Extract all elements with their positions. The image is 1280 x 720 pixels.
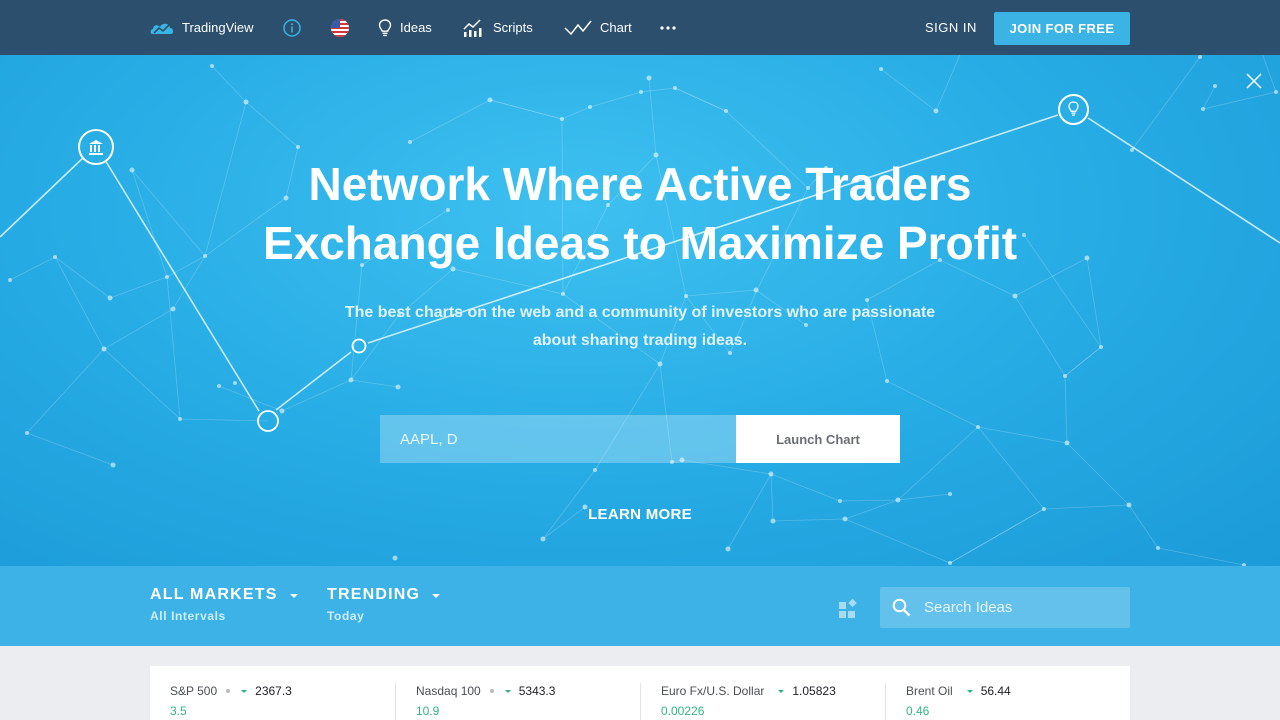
- ticker-item[interactable]: S&P 500 2367.3 3.5: [150, 683, 395, 720]
- nav-ideas[interactable]: Ideas: [378, 0, 432, 55]
- trending-dropdown[interactable]: TRENDING Today: [327, 586, 441, 623]
- cloud-logo-icon: [150, 23, 174, 34]
- hero-title-line1: Network Where Active Traders: [308, 158, 972, 210]
- hero-subtitle: The best charts on the web and a communi…: [330, 299, 950, 355]
- ticker-item-row: S&P 500 2367.3: [170, 683, 395, 699]
- nav-chart[interactable]: Chart: [564, 0, 632, 55]
- join-for-free-button[interactable]: JOIN FOR FREE: [994, 12, 1130, 45]
- ticker-item[interactable]: Nasdaq 100 5343.3 10.9: [395, 683, 640, 720]
- brand-link[interactable]: TradingView: [150, 0, 254, 55]
- brand-name: TradingView: [182, 20, 254, 35]
- ideas-search-box: [880, 587, 1130, 628]
- widget-grid-icon[interactable]: [839, 599, 859, 619]
- ticker-change: 3.5: [170, 704, 187, 718]
- ideas-filter-bar: ALL MARKETS All Intervals TRENDING Today: [0, 566, 1280, 646]
- nav-scripts[interactable]: Scripts: [463, 0, 533, 55]
- market-ticker: S&P 500 2367.3 3.5 Nasdaq 100 5343.3 10.…: [150, 666, 1130, 720]
- info-button[interactable]: [282, 0, 310, 55]
- scripts-chart-icon: [463, 18, 482, 37]
- launch-chart-button[interactable]: Launch Chart: [736, 415, 900, 463]
- ticker-item-row: Brent Oil 56.44: [906, 683, 1130, 699]
- hero-subtitle-line1: The best charts on the web and a communi…: [344, 304, 936, 321]
- caret-down-icon: [432, 594, 441, 598]
- top-navbar: TradingView Ideas Scripts Chart SIGN IN …: [0, 0, 1280, 55]
- ticker-change: 0.46: [906, 704, 930, 718]
- learn-more-link[interactable]: LEARN MORE: [0, 506, 1280, 523]
- markets-dropdown-title: ALL MARKETS: [150, 586, 298, 604]
- hero-title-line2: Exchange Ideas to Maximize Profit: [262, 217, 1018, 269]
- launch-chart-form: Launch Chart: [380, 415, 900, 463]
- search-ideas-input[interactable]: [924, 587, 1124, 628]
- hero-section: Network Where Active Traders Exchange Id…: [0, 55, 1280, 566]
- arrow-down-icon: [504, 689, 511, 693]
- status-dot-icon: [489, 689, 494, 693]
- ticker-item[interactable]: Brent Oil 56.44 0.46: [885, 683, 1130, 720]
- ticker-price: 56.44: [980, 684, 1011, 698]
- lightbulb-node-icon: [1058, 94, 1089, 125]
- symbol-input[interactable]: [380, 415, 736, 463]
- trending-dropdown-title: TRENDING: [327, 586, 441, 604]
- language-selector[interactable]: [330, 0, 358, 55]
- arrow-down-icon: [241, 689, 248, 693]
- ticker-item-row: Nasdaq 100 5343.3: [416, 683, 640, 699]
- markets-interval-label: All Intervals: [150, 609, 226, 623]
- caret-down-icon: [289, 594, 298, 598]
- ticker-price: 2367.3: [255, 684, 292, 698]
- ticker-symbol-name: S&P 500: [170, 684, 218, 698]
- arrow-down-icon: [778, 689, 785, 693]
- ticker-symbol-name: Euro Fx/U.S. Dollar: [661, 684, 765, 698]
- status-dot-icon: [226, 689, 231, 693]
- hero-subtitle-line2: about sharing trading ideas.: [532, 332, 748, 349]
- more-dots-icon: [660, 25, 676, 30]
- info-icon: [283, 18, 301, 37]
- nav-ideas-label: Ideas: [400, 20, 432, 35]
- ticker-change: 10.9: [416, 704, 440, 718]
- close-icon[interactable]: [1246, 73, 1262, 89]
- more-menu-button[interactable]: [659, 0, 685, 55]
- nav-chart-label: Chart: [600, 20, 632, 35]
- us-flag-icon: [331, 18, 349, 37]
- line-chart-icon: [564, 20, 592, 35]
- search-icon: [892, 598, 911, 617]
- trending-period-label: Today: [327, 609, 365, 623]
- trending-dropdown-label: TRENDING: [327, 586, 421, 603]
- markets-dropdown-label: ALL MARKETS: [150, 586, 278, 603]
- hero-title: Network Where Active Traders Exchange Id…: [0, 155, 1280, 273]
- ticker-symbol-name: Brent Oil: [906, 684, 953, 698]
- lightbulb-icon: [378, 18, 392, 36]
- nav-scripts-label: Scripts: [493, 20, 533, 35]
- ticker-item[interactable]: Euro Fx/U.S. Dollar 1.05823 0.00226: [640, 683, 885, 720]
- navbar-inner: TradingView Ideas Scripts Chart SIGN IN …: [150, 0, 1130, 55]
- sign-in-link[interactable]: SIGN IN: [925, 0, 977, 55]
- ticker-price: 1.05823: [792, 684, 836, 698]
- ticker-symbol-name: Nasdaq 100: [416, 684, 481, 698]
- ticker-change: 0.00226: [661, 704, 705, 718]
- ticker-price: 5343.3: [518, 684, 556, 698]
- arrow-down-icon: [966, 689, 973, 693]
- markets-dropdown[interactable]: ALL MARKETS All Intervals: [150, 586, 298, 623]
- ticker-item-row: Euro Fx/U.S. Dollar 1.05823: [661, 683, 885, 699]
